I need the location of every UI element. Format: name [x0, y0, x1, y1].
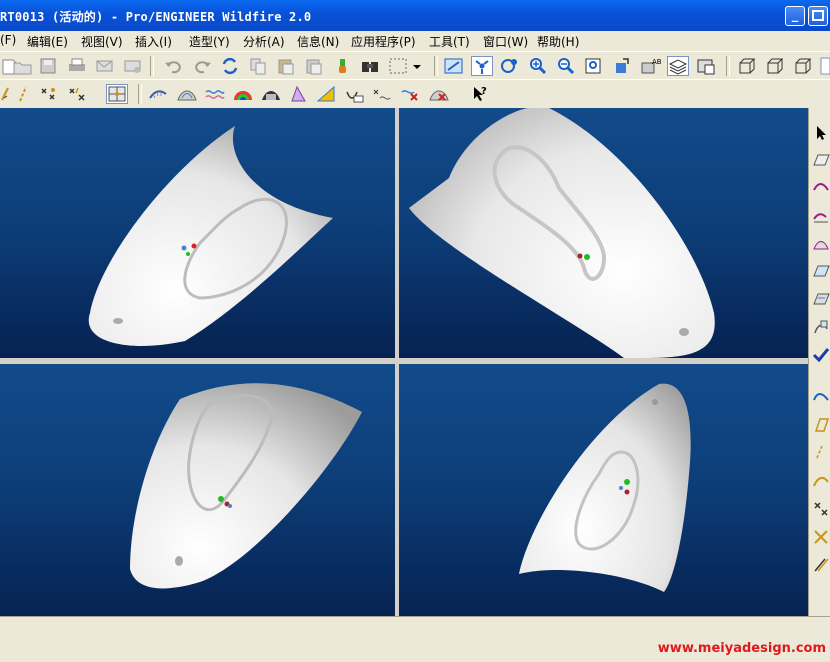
- no-hidden-icon[interactable]: [792, 56, 814, 76]
- cut-curve-icon[interactable]: [812, 528, 830, 546]
- hide-analysis-icon[interactable]: [428, 84, 450, 104]
- maximize-icon: [812, 10, 824, 21]
- connection-icon[interactable]: [344, 84, 366, 104]
- surface-icon[interactable]: [812, 262, 830, 280]
- menu-file[interactable]: (F): [0, 33, 16, 47]
- checkmark-icon[interactable]: [812, 346, 830, 364]
- menu-applications[interactable]: 应用程序(P): [351, 33, 416, 50]
- drop-curve-icon[interactable]: [812, 416, 830, 434]
- viewport-top-left[interactable]: [0, 108, 395, 358]
- wireframe-icon[interactable]: [736, 56, 758, 76]
- delete-curve-icon[interactable]: [812, 500, 830, 518]
- csys-toggle-icon[interactable]: [66, 84, 88, 104]
- menu-info[interactable]: 信息(N): [297, 33, 339, 50]
- viewport-top-right[interactable]: [399, 108, 808, 358]
- repaint-icon[interactable]: [443, 56, 465, 76]
- draft-icon[interactable]: [288, 84, 310, 104]
- datum-axis-toggle-icon[interactable]: [12, 84, 34, 104]
- refit-icon[interactable]: [583, 56, 605, 76]
- delete-analysis-icon[interactable]: [400, 84, 422, 104]
- menu-style[interactable]: 造型(Y): [189, 33, 230, 50]
- point-toggle-icon[interactable]: [38, 84, 60, 104]
- undo-icon[interactable]: [163, 56, 185, 76]
- viewport-divider-horizontal: [0, 358, 808, 364]
- window-title: RT0013 (活动的) - Pro/ENGINEER Wildfire 2.0: [0, 10, 312, 24]
- toolbar-separator: [150, 56, 154, 76]
- reflection-icon[interactable]: [232, 84, 254, 104]
- slope-icon[interactable]: [316, 84, 338, 104]
- open-icon[interactable]: [12, 56, 34, 76]
- watermark-text: www.meiyadesign.com: [657, 641, 826, 656]
- toolbar-separator: [726, 56, 730, 76]
- select-arrow-icon[interactable]: [812, 124, 830, 142]
- curve-on-surface-icon[interactable]: [812, 206, 830, 224]
- orient-icon[interactable]: [499, 56, 521, 76]
- deviation-icon[interactable]: [372, 84, 394, 104]
- viewport-bottom-right[interactable]: [399, 364, 808, 616]
- boundary-surface-icon[interactable]: [812, 234, 830, 252]
- email-link-icon[interactable]: [122, 56, 144, 76]
- layers-icon[interactable]: [667, 56, 689, 76]
- svg-text:?: ?: [481, 86, 487, 97]
- minimize-button[interactable]: _: [785, 6, 805, 26]
- toolbar-overflow[interactable]: [818, 56, 830, 76]
- find-icon[interactable]: [359, 56, 381, 76]
- menu-view[interactable]: 视图(V): [81, 33, 123, 50]
- toolbar-main: AB: [0, 51, 830, 81]
- menu-bar: (F) 编辑(E) 视图(V) 插入(I) 造型(Y) 分析(A) 信息(N) …: [0, 31, 830, 51]
- select-box-icon[interactable]: [387, 56, 409, 76]
- zoom-out-icon[interactable]: [555, 56, 577, 76]
- four-views-icon[interactable]: [106, 84, 128, 104]
- menu-analysis[interactable]: 分析(A): [243, 33, 285, 50]
- offset-icon[interactable]: [204, 84, 226, 104]
- model-shell-view-2: [409, 108, 715, 358]
- save-icon[interactable]: [38, 56, 60, 76]
- model-shell-view-3: [130, 383, 362, 589]
- plane-icon[interactable]: [812, 151, 830, 169]
- model-tree-icon[interactable]: [331, 56, 353, 76]
- curvature-icon[interactable]: [148, 84, 170, 104]
- menu-tools[interactable]: 工具(T): [429, 33, 470, 50]
- title-bar: RT0013 (活动的) - Pro/ENGINEER Wildfire 2.0…: [0, 0, 830, 31]
- curve-blend-icon[interactable]: [812, 472, 830, 490]
- reorient-icon[interactable]: [611, 56, 633, 76]
- viewport-bottom-left[interactable]: [0, 364, 395, 616]
- zoom-in-icon[interactable]: [527, 56, 549, 76]
- copy-icon[interactable]: [247, 56, 269, 76]
- paste-icon[interactable]: [275, 56, 297, 76]
- menu-insert[interactable]: 插入(I): [135, 33, 172, 50]
- paste-special-icon[interactable]: [303, 56, 325, 76]
- status-bar: www.meiyadesign.com: [0, 616, 830, 662]
- toolbar-separator: [434, 56, 438, 76]
- trim-icon[interactable]: [812, 318, 830, 336]
- section-icon[interactable]: [176, 84, 198, 104]
- redo-icon[interactable]: [191, 56, 213, 76]
- maximize-button[interactable]: [808, 6, 828, 26]
- free-curve-icon[interactable]: [812, 388, 830, 406]
- curve-icon[interactable]: [812, 178, 830, 196]
- view-manager-icon[interactable]: [695, 56, 717, 76]
- shade-icon[interactable]: [260, 84, 282, 104]
- spin-center-icon[interactable]: [471, 56, 493, 76]
- menu-help[interactable]: 帮助(H): [537, 33, 579, 50]
- model-shell-view-1: [88, 126, 334, 346]
- toolbar-style: ?: [0, 79, 830, 109]
- dropdown-icon[interactable]: [410, 56, 424, 76]
- svg-text:AB: AB: [652, 58, 661, 66]
- print-icon[interactable]: [66, 56, 88, 76]
- tool-icon[interactable]: [812, 556, 830, 574]
- surface-edit-icon[interactable]: [812, 290, 830, 308]
- menu-window[interactable]: 窗口(W): [483, 33, 528, 50]
- model-shell-view-4: [519, 383, 691, 592]
- regenerate-icon[interactable]: [219, 56, 241, 76]
- minimize-icon: _: [791, 8, 799, 23]
- email-icon[interactable]: [94, 56, 116, 76]
- hidden-line-icon[interactable]: [764, 56, 786, 76]
- saved-views-icon[interactable]: AB: [639, 56, 661, 76]
- offset-curve-icon[interactable]: [812, 444, 830, 462]
- right-toolbar: [808, 108, 830, 618]
- toolbar-separator: [138, 84, 142, 104]
- menu-edit[interactable]: 编辑(E): [27, 33, 68, 50]
- context-help-icon[interactable]: ?: [469, 84, 491, 104]
